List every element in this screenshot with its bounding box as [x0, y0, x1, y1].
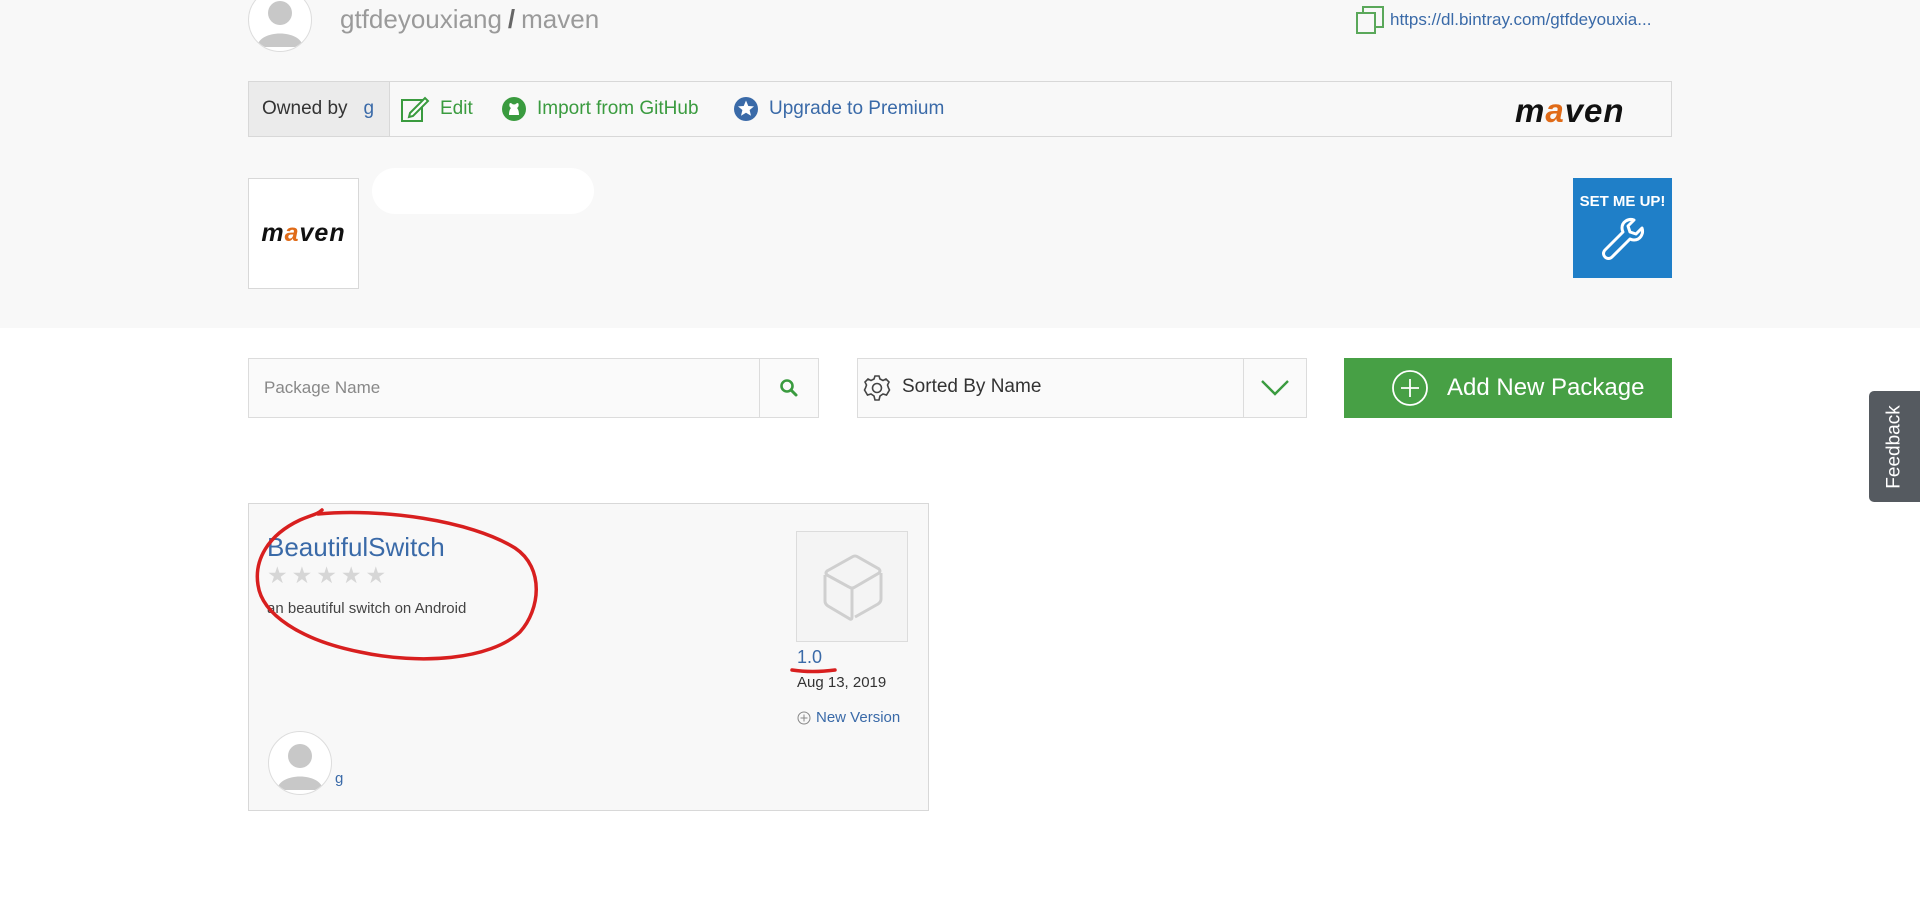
sort-toggle[interactable] [1243, 359, 1306, 417]
plus-circle-icon [797, 711, 811, 724]
rating-star-icon[interactable]: ★ [366, 564, 387, 587]
maven-logo: maven [1515, 92, 1625, 129]
chevron-down-icon [1261, 380, 1289, 396]
github-icon [502, 97, 526, 121]
owned-by-label: Owned by [262, 98, 348, 119]
wrench-icon [1601, 218, 1644, 260]
package-card: BeautifulSwitch ★ ★ ★ ★ ★ an beautiful s… [248, 503, 929, 811]
edit-label: Edit [440, 98, 473, 119]
breadcrumb-repo: maven [521, 4, 600, 34]
upgrade-label: Upgrade to Premium [769, 98, 945, 119]
star-badge-icon [734, 97, 758, 121]
copy-icon[interactable] [1354, 4, 1386, 36]
rating-star-icon[interactable]: ★ [341, 564, 362, 587]
owned-by: Owned by g [249, 82, 390, 136]
edit-icon [401, 96, 430, 122]
set-me-up-label: SET ME UP! [1579, 193, 1666, 210]
package-owner-link[interactable]: g [335, 770, 343, 787]
repo-toolbar: Owned by g Edit Import from GitHub Upgra… [248, 81, 1672, 137]
package-description: an beautiful switch on Android [267, 600, 467, 617]
add-new-package-label: Add New Package [1447, 374, 1645, 401]
breadcrumb: gtfdeyouxiang / maven [340, 4, 599, 35]
package-name-link[interactable]: BeautifulSwitch [267, 532, 445, 563]
repo-logo: maven [248, 178, 359, 289]
rating-star-icon[interactable]: ★ [316, 564, 337, 587]
set-me-up-button[interactable]: SET ME UP! [1573, 178, 1672, 278]
version-date: Aug 13, 2019 [797, 674, 887, 691]
upgrade-to-premium-button[interactable]: Upgrade to Premium [733, 82, 944, 136]
rating-star-icon[interactable]: ★ [267, 564, 288, 587]
new-version-label: New Version [816, 709, 901, 726]
package-rating[interactable]: ★ ★ ★ ★ ★ [267, 564, 386, 587]
owner-link[interactable]: g [364, 98, 375, 120]
package-name-input[interactable] [249, 359, 760, 417]
maven-logo-text: maven [261, 219, 346, 247]
package-owner-avatar[interactable] [268, 731, 332, 795]
user-silhouette-icon [277, 744, 323, 790]
repo-url-link[interactable]: https://dl.bintray.com/gtfdeyouxia... [1390, 10, 1651, 30]
search-button[interactable] [759, 359, 818, 417]
new-version-link[interactable]: New Version [797, 709, 900, 726]
edit-button[interactable]: Edit [400, 82, 473, 136]
package-search [248, 358, 819, 418]
feedback-tab[interactable]: Feedback [1869, 391, 1920, 502]
sort-dropdown[interactable]: Sorted By Name [857, 358, 1307, 418]
repo-url[interactable]: https://dl.bintray.com/gtfdeyouxia... [1354, 4, 1651, 36]
redacted-description [372, 168, 594, 214]
package-thumbnail[interactable] [796, 531, 908, 642]
search-icon [780, 379, 798, 397]
user-silhouette-icon [257, 1, 303, 47]
plus-circle-icon [1392, 370, 1428, 406]
breadcrumb-owner-link[interactable]: gtfdeyouxiang [340, 4, 502, 34]
package-box-icon [823, 554, 883, 621]
latest-version-link[interactable]: 1.0 [797, 647, 822, 668]
rating-star-icon[interactable]: ★ [292, 564, 313, 587]
gear-icon [863, 375, 891, 401]
import-label: Import from GitHub [537, 98, 699, 119]
breadcrumb-separator: / [507, 4, 516, 34]
import-from-github-button[interactable]: Import from GitHub [501, 82, 699, 136]
feedback-label: Feedback [1883, 404, 1905, 489]
sort-label: Sorted By Name [902, 376, 1042, 397]
add-new-package-button[interactable]: Add New Package [1344, 358, 1672, 418]
